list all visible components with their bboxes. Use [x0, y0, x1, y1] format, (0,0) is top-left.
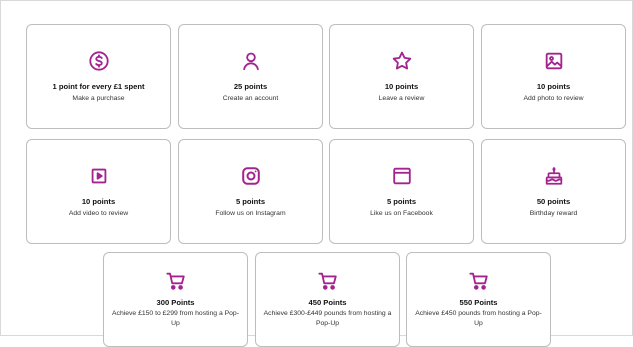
rewards-panel: 1 point for every £1 spent Make a purcha… — [0, 0, 633, 347]
reward-title: 10 points — [384, 82, 419, 91]
reward-description: Achieve £450 pounds from hosting a Pop-U… — [415, 310, 542, 327]
reward-card-popup-300[interactable]: 300 Points Achieve £150 to £299 from hos… — [103, 252, 248, 347]
instagram-icon — [179, 164, 322, 188]
star-icon — [330, 49, 473, 73]
reward-description: Achieve £300-£449 pounds from hosting a … — [263, 310, 392, 327]
reward-card-instagram[interactable]: 5 points Follow us on Instagram — [178, 139, 323, 244]
image-icon — [482, 49, 625, 73]
reward-title: 50 points — [536, 197, 571, 206]
video-play-icon — [27, 164, 170, 188]
reward-description: Follow us on Instagram — [215, 210, 286, 217]
cart-icon — [256, 269, 399, 293]
reward-card-add-photo[interactable]: 10 points Add photo to review — [481, 24, 626, 129]
reward-title: 550 Points — [459, 298, 498, 307]
cart-icon — [104, 269, 247, 293]
reward-title: 5 points — [235, 197, 266, 206]
cart-icon — [407, 269, 550, 293]
reward-title: 1 point for every £1 spent — [52, 82, 145, 91]
reward-description: Achieve £150 to £299 from hosting a Pop-… — [112, 310, 239, 327]
reward-card-facebook[interactable]: 5 points Like us on Facebook — [329, 139, 474, 244]
reward-card-popup-550[interactable]: 550 Points Achieve £450 pounds from host… — [406, 252, 551, 347]
reward-description: Create an account — [222, 95, 279, 102]
dollar-circle-icon — [27, 49, 170, 73]
reward-title: 5 points — [386, 197, 417, 206]
reward-title: 10 points — [536, 82, 571, 91]
reward-title: 450 Points — [308, 298, 347, 307]
reward-card-leave-review[interactable]: 10 points Leave a review — [329, 24, 474, 129]
reward-card-popup-450[interactable]: 450 Points Achieve £300-£449 pounds from… — [255, 252, 400, 347]
birthday-cake-icon — [482, 164, 625, 188]
reward-title: 300 Points — [156, 298, 195, 307]
reward-card-birthday[interactable]: 50 points Birthday reward — [481, 139, 626, 244]
reward-title: 25 points — [233, 82, 268, 91]
reward-description: Make a purchase — [72, 95, 125, 102]
reward-description: Add video to review — [68, 210, 129, 217]
reward-description: Leave a review — [378, 95, 425, 102]
reward-card-create-account[interactable]: 25 points Create an account — [178, 24, 323, 129]
reward-card-purchase[interactable]: 1 point for every £1 spent Make a purcha… — [26, 24, 171, 129]
reward-description: Like us on Facebook — [370, 210, 433, 217]
user-icon — [179, 49, 322, 73]
reward-card-add-video[interactable]: 10 points Add video to review — [26, 139, 171, 244]
browser-window-icon — [330, 164, 473, 188]
reward-title: 10 points — [81, 197, 116, 206]
reward-description: Birthday reward — [529, 210, 578, 217]
reward-description: Add photo to review — [523, 95, 584, 102]
